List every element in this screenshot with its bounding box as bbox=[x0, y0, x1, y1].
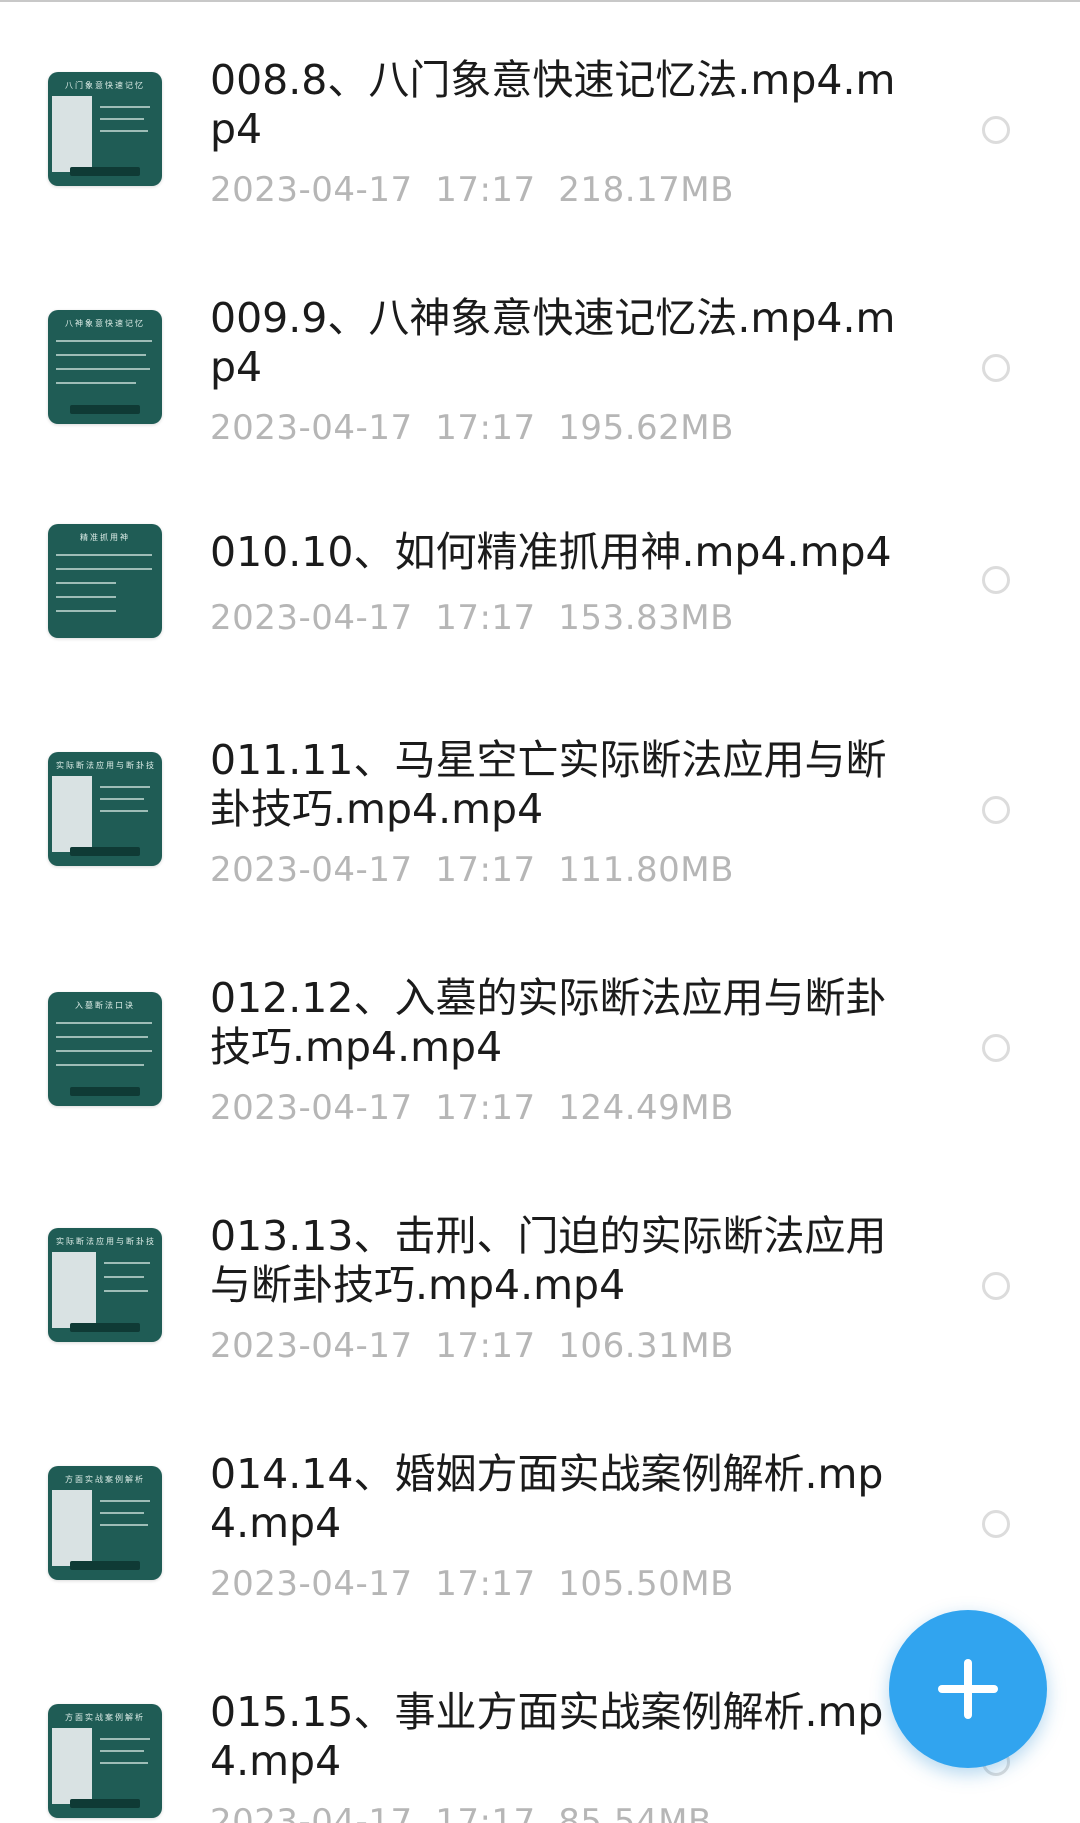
thumbnail-caption bbox=[70, 847, 140, 856]
select-radio[interactable] bbox=[982, 116, 1010, 144]
file-list-item[interactable]: 八门象意快速记忆 008.8、八门象意快速记忆法.mp4.mp4 2023-04… bbox=[0, 0, 1080, 210]
file-meta: 2023-04-17 17:17 111.80MB bbox=[210, 850, 734, 890]
file-meta: 2023-04-17 17:17 195.62MB bbox=[210, 408, 734, 448]
thumbnail-panel bbox=[52, 1728, 92, 1804]
file-name: 011.11、马星空亡实际断法应用与断卦技巧.mp4.mp4 bbox=[210, 736, 887, 833]
file-list-item[interactable]: 八神象意快速记忆 009.9、八神象意快速记忆法.mp4.mp4 2023-04… bbox=[0, 238, 1080, 448]
file-name: 010.10、如何精准抓用神.mp4.mp4 bbox=[210, 528, 892, 576]
thumbnail-text-line bbox=[56, 382, 136, 384]
thumbnail-caption bbox=[70, 167, 140, 176]
thumbnail-text-line bbox=[56, 354, 146, 356]
file-meta: 2023-04-17 17:17 124.49MB bbox=[210, 1088, 734, 1128]
video-thumbnail: 实际断法应用与断卦技巧 bbox=[48, 1228, 162, 1342]
select-radio[interactable] bbox=[982, 796, 1010, 824]
thumbnail-text-line bbox=[100, 1738, 150, 1740]
thumbnail-caption bbox=[70, 1087, 140, 1096]
thumbnail-text-line bbox=[100, 1750, 144, 1752]
file-list-item[interactable]: 实际断法应用与断卦技巧 013.13、击刑、门迫的实际断法应用与断卦技巧.mp4… bbox=[0, 1188, 1080, 1393]
thumbnail-text-line bbox=[100, 130, 148, 132]
video-thumbnail: 实际断法应用与断卦技巧 bbox=[48, 752, 162, 866]
thumbnail-panel bbox=[52, 776, 92, 852]
file-name: 008.8、八门象意快速记忆法.mp4.mp4 bbox=[210, 56, 896, 153]
thumbnail-text-line bbox=[56, 1064, 144, 1066]
thumbnail-panel bbox=[52, 1490, 92, 1566]
add-button[interactable] bbox=[889, 1610, 1047, 1768]
thumbnail-text-line bbox=[100, 106, 150, 108]
video-thumbnail: 入墓断法口诀 bbox=[48, 992, 162, 1106]
thumbnail-label: 实际断法应用与断卦技巧 bbox=[56, 761, 154, 770]
thumbnail-text-line bbox=[100, 798, 144, 800]
file-name: 012.12、入墓的实际断法应用与断卦技巧.mp4.mp4 bbox=[210, 974, 887, 1071]
file-name: 013.13、击刑、门迫的实际断法应用与断卦技巧.mp4.mp4 bbox=[210, 1212, 887, 1309]
video-thumbnail: 八神象意快速记忆 bbox=[48, 310, 162, 424]
thumbnail-caption bbox=[70, 1799, 140, 1808]
thumbnail-text-line bbox=[100, 810, 148, 812]
select-radio[interactable] bbox=[982, 566, 1010, 594]
thumbnail-caption bbox=[70, 1323, 140, 1332]
file-meta: 2023-04-17 17:17 85.54MB bbox=[210, 1802, 712, 1823]
thumbnail-text-line bbox=[56, 368, 150, 370]
thumbnail-text-line bbox=[104, 1276, 144, 1278]
select-radio[interactable] bbox=[982, 354, 1010, 382]
select-radio[interactable] bbox=[982, 1510, 1010, 1538]
thumbnail-label: 八神象意快速记忆 bbox=[65, 319, 145, 328]
file-meta: 2023-04-17 17:17 153.83MB bbox=[210, 598, 734, 638]
file-name: 014.14、婚姻方面实战案例解析.mp4.mp4 bbox=[210, 1450, 884, 1547]
file-list-item[interactable]: 实际断法应用与断卦技巧 011.11、马星空亡实际断法应用与断卦技巧.mp4.m… bbox=[0, 712, 1080, 917]
thumbnail-text-line bbox=[56, 554, 152, 556]
thumbnail-text-line bbox=[56, 610, 116, 612]
thumbnail-text-line bbox=[100, 118, 144, 120]
thumbnail-label: 精准抓用神 bbox=[80, 533, 130, 542]
thumbnail-caption bbox=[70, 405, 140, 414]
file-list-item[interactable]: 方面实战案例解析 014.14、婚姻方面实战案例解析.mp4.mp4 2023-… bbox=[0, 1426, 1080, 1631]
thumbnail-panel bbox=[52, 96, 92, 172]
file-name: 015.15、事业方面实战案例解析.mp4.mp4 bbox=[210, 1688, 884, 1785]
plus-icon-stroke bbox=[964, 1659, 972, 1719]
thumbnail-text-line bbox=[100, 1500, 150, 1502]
thumbnail-text-line bbox=[56, 582, 116, 584]
thumbnail-label: 方面实战案例解析 bbox=[65, 1475, 145, 1484]
thumbnail-label: 方面实战案例解析 bbox=[65, 1713, 145, 1722]
thumbnail-text-line bbox=[100, 786, 150, 788]
select-radio[interactable] bbox=[982, 1272, 1010, 1300]
video-thumbnail: 方面实战案例解析 bbox=[48, 1466, 162, 1580]
thumbnail-text-line bbox=[56, 568, 152, 570]
file-list: 八门象意快速记忆 008.8、八门象意快速记忆法.mp4.mp4 2023-04… bbox=[0, 0, 1080, 1823]
file-meta: 2023-04-17 17:17 218.17MB bbox=[210, 170, 734, 210]
thumbnail-text-line bbox=[56, 340, 152, 342]
thumbnail-label: 入墓断法口诀 bbox=[75, 1001, 135, 1010]
thumbnail-text-line bbox=[104, 1290, 148, 1292]
thumbnail-text-line bbox=[100, 1512, 144, 1514]
thumbnail-label: 八门象意快速记忆 bbox=[65, 81, 145, 90]
thumbnail-text-line bbox=[56, 596, 116, 598]
video-thumbnail: 方面实战案例解析 bbox=[48, 1704, 162, 1818]
thumbnail-text-line bbox=[56, 1050, 152, 1052]
file-list-item[interactable]: 精准抓用神 010.10、如何精准抓用神.mp4.mp4 2023-04-17 … bbox=[0, 476, 1080, 681]
thumbnail-text-line bbox=[104, 1262, 150, 1264]
file-name: 009.9、八神象意快速记忆法.mp4.mp4 bbox=[210, 294, 896, 391]
thumbnail-text-line bbox=[56, 1022, 152, 1024]
file-meta: 2023-04-17 17:17 105.50MB bbox=[210, 1564, 734, 1604]
thumbnail-label: 实际断法应用与断卦技巧 bbox=[56, 1237, 154, 1246]
video-thumbnail: 八门象意快速记忆 bbox=[48, 72, 162, 186]
select-radio[interactable] bbox=[982, 1034, 1010, 1062]
thumbnail-caption bbox=[70, 1561, 140, 1570]
thumbnail-text-line bbox=[56, 1036, 148, 1038]
thumbnail-text-line bbox=[100, 1524, 148, 1526]
video-thumbnail: 精准抓用神 bbox=[48, 524, 162, 638]
file-list-item[interactable]: 入墓断法口诀 012.12、入墓的实际断法应用与断卦技巧.mp4.mp4 202… bbox=[0, 950, 1080, 1155]
thumbnail-text-line bbox=[100, 1762, 148, 1764]
file-meta: 2023-04-17 17:17 106.31MB bbox=[210, 1326, 734, 1366]
thumbnail-panel bbox=[52, 1252, 96, 1328]
